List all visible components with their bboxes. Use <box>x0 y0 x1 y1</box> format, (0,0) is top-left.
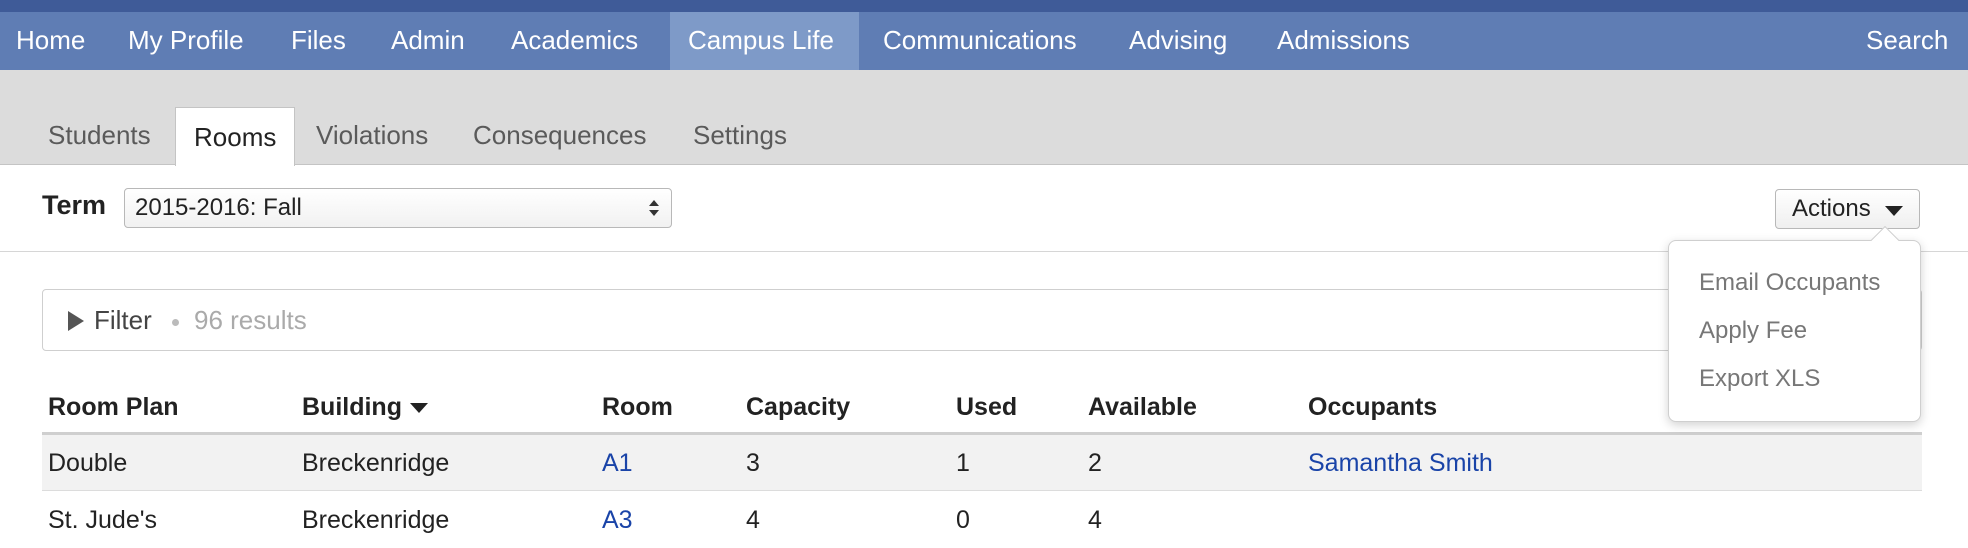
menu-item-email-occupants[interactable]: Email Occupants <box>1699 269 1880 297</box>
actions-dropdown-menu: Email Occupants Apply Fee Export XLS <box>1668 225 1921 422</box>
term-label: Term <box>42 190 107 220</box>
menu-item-export-xls[interactable]: Export XLS <box>1699 365 1820 393</box>
dropdown-pointer <box>1870 225 1900 255</box>
nav-item-files[interactable]: Files <box>275 12 362 70</box>
column-header-building-label: Building <box>302 393 402 421</box>
tab-violations[interactable]: Violations <box>316 106 428 165</box>
cell-capacity: 4 <box>746 506 760 534</box>
tab-settings[interactable]: Settings <box>693 106 787 165</box>
nav-item-advising[interactable]: Advising <box>1113 12 1243 70</box>
results-count: 96 results <box>194 305 307 335</box>
column-header-room[interactable]: Room <box>602 393 673 422</box>
table-row: Double Breckenridge A1 3 1 2 Samantha Sm… <box>42 435 1922 491</box>
nav-item-home[interactable]: Home <box>0 12 101 70</box>
nav-item-admissions[interactable]: Admissions <box>1261 12 1426 70</box>
tab-rooms[interactable]: Rooms <box>175 107 296 166</box>
room-link[interactable]: A3 <box>602 506 633 535</box>
select-updown-icon <box>649 200 659 216</box>
cell-used: 1 <box>956 449 970 477</box>
term-select-value: 2015-2016: Fall <box>135 194 302 221</box>
cell-building: Breckenridge <box>302 449 450 477</box>
menu-item-apply-fee[interactable]: Apply Fee <box>1699 317 1807 345</box>
actions-button[interactable]: Actions <box>1775 189 1920 229</box>
table-row: St. Jude's Breckenridge A3 4 0 4 <box>42 492 1922 548</box>
cell-available: 4 <box>1088 506 1102 534</box>
column-header-available[interactable]: Available <box>1088 393 1197 422</box>
nav-item-academics[interactable]: Academics <box>495 12 654 70</box>
tab-students[interactable]: Students <box>48 106 151 165</box>
occupant-link[interactable]: Samantha Smith <box>1308 449 1493 478</box>
cell-used: 0 <box>956 506 970 534</box>
cell-capacity: 3 <box>746 449 760 477</box>
room-link[interactable]: A1 <box>602 449 633 478</box>
top-accent-bar <box>0 0 1968 12</box>
main-nav: Home My Profile Files Admin Academics Ca… <box>0 12 1968 70</box>
sort-desc-icon <box>409 403 428 414</box>
actions-button-label: Actions <box>1792 195 1871 222</box>
column-header-occupants[interactable]: Occupants <box>1308 393 1437 422</box>
cell-room-plan: Double <box>48 449 128 477</box>
column-header-building[interactable]: Building <box>302 393 428 422</box>
nav-item-communications[interactable]: Communications <box>867 12 1093 70</box>
nav-search-link[interactable]: Search <box>1850 12 1964 70</box>
cell-available: 2 <box>1088 449 1102 477</box>
nav-item-admin[interactable]: Admin <box>375 12 481 70</box>
filter-bar <box>42 289 1922 351</box>
expand-triangle-icon[interactable] <box>68 311 84 331</box>
separator-dot <box>172 319 179 326</box>
cell-room-plan: St. Jude's <box>48 506 157 534</box>
nav-item-my-profile[interactable]: My Profile <box>112 12 260 70</box>
sub-nav: Students Rooms Violations Consequences S… <box>0 70 1968 166</box>
tab-consequences[interactable]: Consequences <box>473 106 646 165</box>
column-header-used[interactable]: Used <box>956 393 1017 422</box>
filter-toggle[interactable]: Filter <box>94 305 152 336</box>
nav-item-campus-life[interactable]: Campus Life <box>670 12 859 70</box>
column-header-room-plan[interactable]: Room Plan <box>48 393 179 422</box>
term-select[interactable]: 2015-2016: Fall <box>124 188 672 228</box>
column-header-capacity[interactable]: Capacity <box>746 393 850 422</box>
cell-building: Breckenridge <box>302 506 450 534</box>
chevron-down-icon <box>1885 206 1903 216</box>
